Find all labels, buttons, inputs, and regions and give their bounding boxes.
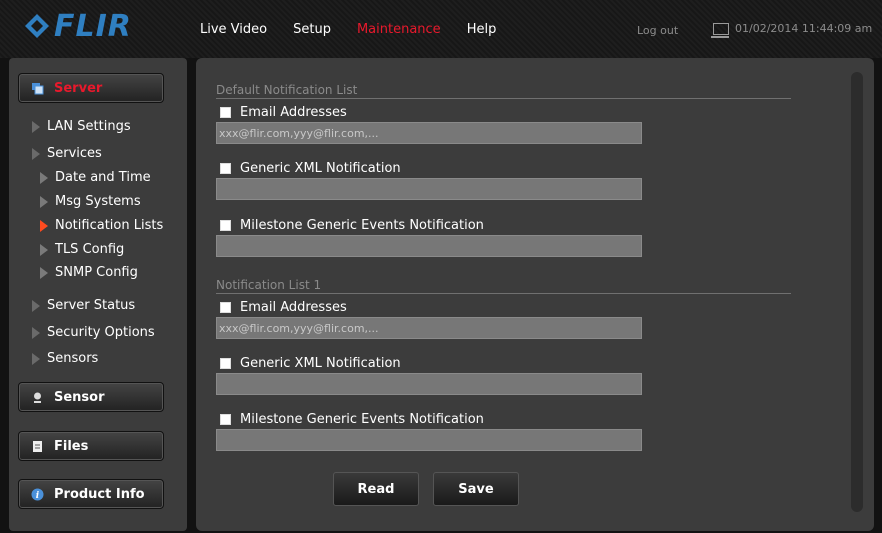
section-title: Default Notification List: [216, 83, 791, 99]
checkbox-box[interactable]: [220, 163, 231, 174]
files-section-label: Files: [54, 438, 89, 454]
server-section-label: Server: [54, 80, 103, 96]
sidebar-item-lan-settings[interactable]: LAN Settings: [32, 119, 131, 134]
sidebar-item-label: TLS Config: [55, 242, 125, 257]
arrow-right-icon: [32, 147, 40, 160]
generic-xml-input[interactable]: [216, 373, 642, 395]
flir-logo-icon: [25, 14, 49, 38]
datetime-display: 01/02/2014 11:44:09 am: [711, 22, 873, 38]
checkbox-label: Milestone Generic Events Notification: [240, 218, 484, 233]
generic-xml-checkbox[interactable]: Generic XML Notification: [220, 356, 401, 371]
datetime-text: 01/02/2014 11:44:09 am: [735, 22, 873, 35]
svg-text:i: i: [36, 491, 40, 501]
sidebar-item-sensors[interactable]: Sensors: [32, 351, 98, 366]
checkbox-label: Generic XML Notification: [240, 161, 401, 176]
milestone-checkbox[interactable]: Milestone Generic Events Notification: [220, 218, 484, 233]
arrow-right-icon: [32, 326, 40, 339]
sensor-section-label: Sensor: [54, 389, 105, 405]
checkbox-label: Generic XML Notification: [240, 356, 401, 371]
arrow-right-icon: [40, 266, 48, 279]
sidebar-item-security-options[interactable]: Security Options: [32, 325, 155, 340]
checkbox-box[interactable]: [220, 107, 231, 118]
generic-xml-checkbox[interactable]: Generic XML Notification: [220, 161, 401, 176]
milestone-checkbox[interactable]: Milestone Generic Events Notification: [220, 412, 484, 427]
camera-icon: [31, 391, 44, 404]
nav-setup[interactable]: Setup: [293, 22, 331, 37]
checkbox-box[interactable]: [220, 358, 231, 369]
sensor-section-button[interactable]: Sensor: [18, 382, 164, 412]
sidebar-item-label: LAN Settings: [47, 119, 131, 134]
checkbox-label: Email Addresses: [240, 105, 347, 120]
email-addresses-checkbox[interactable]: Email Addresses: [220, 300, 347, 315]
milestone-input[interactable]: [216, 429, 642, 451]
checkbox-label: Email Addresses: [240, 300, 347, 315]
checkbox-box[interactable]: [220, 220, 231, 231]
email-addresses-input[interactable]: [216, 122, 642, 144]
arrow-right-icon: [40, 219, 48, 232]
scrollbar[interactable]: [851, 72, 863, 512]
sidebar-item-label: SNMP Config: [55, 265, 138, 280]
product-info-section-label: Product Info: [54, 486, 145, 502]
sidebar-item-msg-systems[interactable]: Msg Systems: [40, 194, 141, 209]
checkbox-box[interactable]: [220, 414, 231, 425]
files-section-button[interactable]: Files: [18, 431, 164, 461]
read-button[interactable]: Read: [333, 472, 419, 506]
sidebar-item-label: Notification Lists: [55, 218, 164, 233]
section-title: Notification List 1: [216, 278, 791, 294]
sidebar-item-tls-config[interactable]: TLS Config: [40, 242, 124, 257]
sidebar-item-notification-lists[interactable]: Notification Lists: [40, 218, 163, 233]
main-nav: Live Video Setup Maintenance Help: [200, 22, 522, 37]
arrow-right-icon: [40, 243, 48, 256]
sidebar-item-label: Msg Systems: [55, 194, 141, 209]
server-section-button[interactable]: Server: [18, 73, 164, 103]
info-icon: i: [31, 488, 44, 501]
checkbox-label: Milestone Generic Events Notification: [240, 412, 484, 427]
arrow-right-icon: [32, 299, 40, 312]
nav-live-video[interactable]: Live Video: [200, 22, 267, 37]
sidebar-item-date-and-time[interactable]: Date and Time: [40, 170, 151, 185]
nav-help[interactable]: Help: [467, 22, 497, 37]
logout-link[interactable]: Log out: [637, 24, 678, 37]
email-addresses-input[interactable]: [216, 317, 642, 339]
nav-maintenance[interactable]: Maintenance: [357, 22, 441, 37]
product-info-section-button[interactable]: i Product Info: [18, 479, 164, 509]
checkbox-box[interactable]: [220, 302, 231, 313]
arrow-right-icon: [40, 195, 48, 208]
arrow-right-icon: [32, 120, 40, 133]
sidebar-item-label: Security Options: [47, 325, 155, 340]
sidebar-item-label: Server Status: [47, 298, 136, 313]
arrow-right-icon: [40, 171, 48, 184]
milestone-input[interactable]: [216, 235, 642, 257]
top-header: FLIR Live Video Setup Maintenance Help L…: [0, 0, 882, 58]
sidebar-item-server-status[interactable]: Server Status: [32, 298, 135, 313]
arrow-right-icon: [32, 352, 40, 365]
file-icon: [31, 440, 44, 453]
sidebar-item-label: Sensors: [47, 351, 99, 366]
sidebar-item-snmp-config[interactable]: SNMP Config: [40, 265, 138, 280]
flir-logo-text: FLIR: [54, 8, 132, 44]
generic-xml-input[interactable]: [216, 178, 642, 200]
laptop-icon: [711, 22, 729, 38]
sidebar-item-services[interactable]: Services: [32, 146, 102, 161]
sidebar-item-label: Date and Time: [55, 170, 151, 185]
server-icon: [31, 82, 44, 95]
email-addresses-checkbox[interactable]: Email Addresses: [220, 105, 347, 120]
sidebar-item-label: Services: [47, 146, 102, 161]
save-button[interactable]: Save: [433, 472, 519, 506]
flir-logo: FLIR: [24, 8, 132, 44]
